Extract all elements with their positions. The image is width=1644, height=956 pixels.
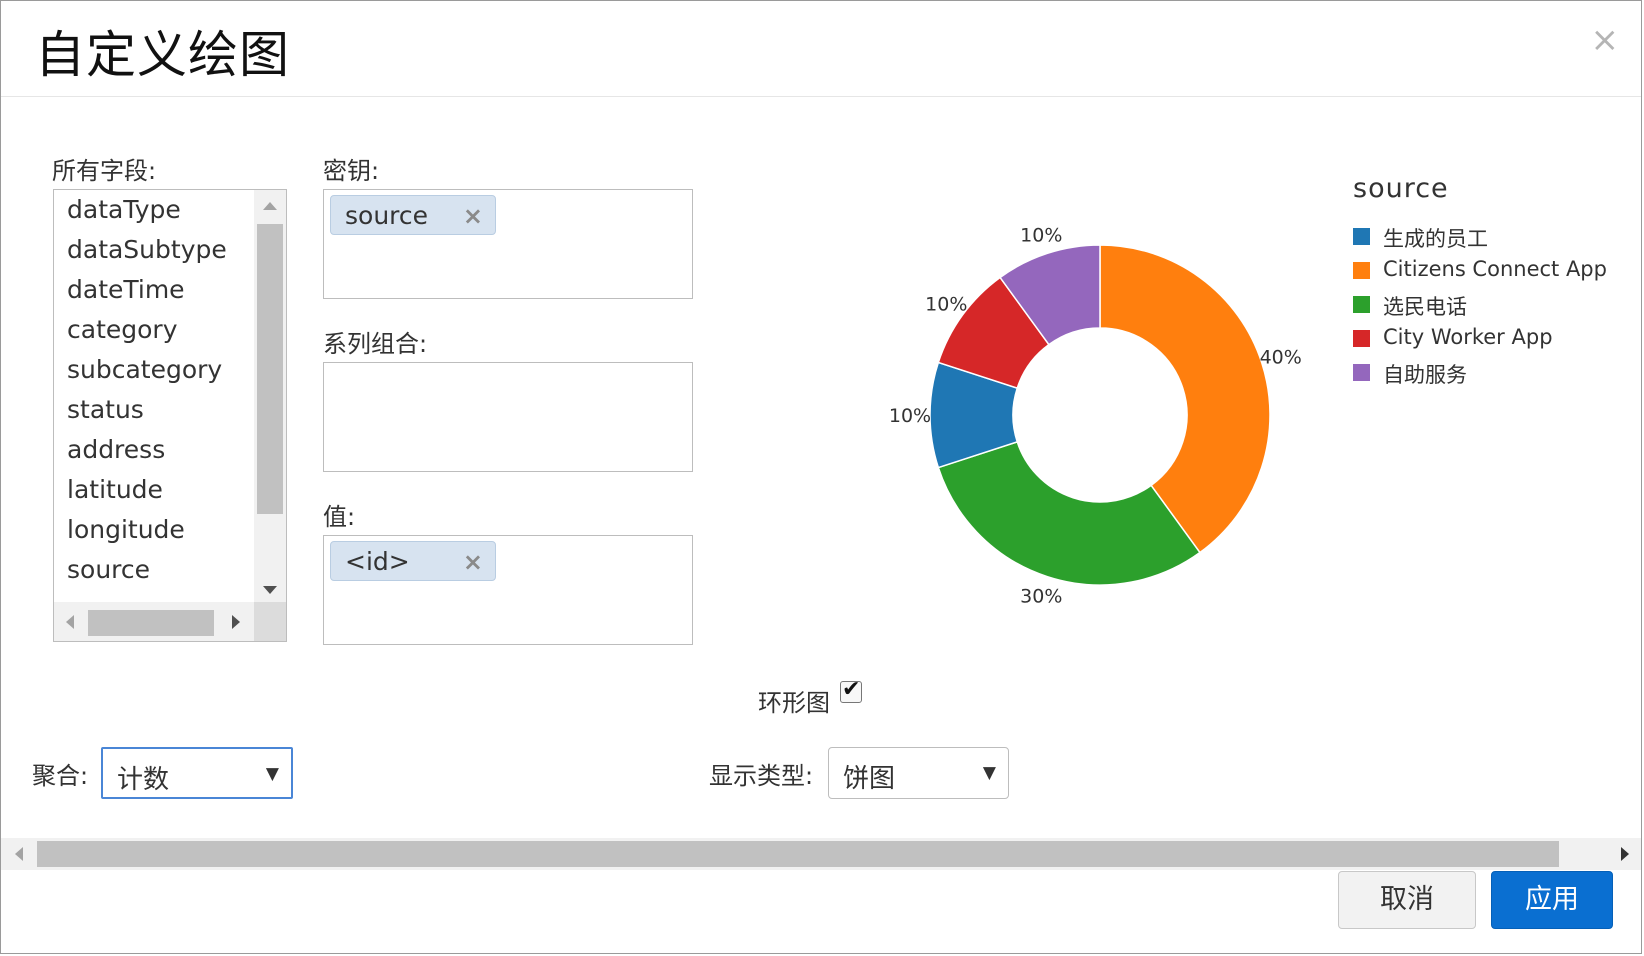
donut-option-label: 环形图 <box>758 689 830 717</box>
donut-slice[interactable] <box>937 440 1201 586</box>
display-type-label: 显示类型: <box>709 762 814 790</box>
donut-checkbox[interactable]: ✔ <box>840 677 862 703</box>
legend-label: 自助服务 <box>1383 363 1467 387</box>
legend-title: source <box>1353 173 1449 204</box>
chevron-down-icon: ▼ <box>265 764 279 784</box>
slice-percent-label: 30% <box>1020 586 1062 608</box>
legend-swatch <box>1353 296 1370 313</box>
legend-swatch <box>1353 262 1370 279</box>
display-type-select[interactable]: 饼图 ▼ <box>828 747 1009 799</box>
legend-label: City Worker App <box>1383 325 1553 349</box>
legend-swatch <box>1353 228 1370 245</box>
legend-label: 选民电话 <box>1383 295 1467 319</box>
legend-swatch <box>1353 330 1370 347</box>
aggregation-selected-value: 计数 <box>117 765 170 795</box>
cancel-button[interactable]: 取消 <box>1338 871 1476 929</box>
slice-percent-label: 10% <box>1020 224 1062 246</box>
aggregation-select[interactable]: 计数 ▼ <box>101 747 293 799</box>
aggregation-label: 聚合: <box>32 762 89 790</box>
chevron-down-icon: ▼ <box>982 763 996 783</box>
donut-chart: 40% 30% 10% 10% 10% <box>889 224 1302 608</box>
legend-label: 生成的员工 <box>1383 227 1488 251</box>
custom-plot-dialog: 自定义绘图 × 所有字段: dataType dataSubtype dateT… <box>0 0 1642 954</box>
checkmark-icon: ✔ <box>842 677 861 702</box>
dialog-horizontal-scrollbar[interactable] <box>1 838 1641 870</box>
legend-swatch <box>1353 364 1370 381</box>
slice-percent-label: 10% <box>925 293 967 315</box>
display-type-selected-value: 饼图 <box>843 764 896 794</box>
dialog-horizontal-scroll-thumb[interactable] <box>37 841 1559 867</box>
legend-label: Citizens Connect App <box>1383 257 1607 281</box>
slice-percent-label: 40% <box>1260 346 1302 368</box>
scroll-right-arrow-icon[interactable] <box>1621 847 1629 861</box>
scroll-left-arrow-icon[interactable] <box>15 847 23 861</box>
slice-percent-label: 10% <box>889 405 931 427</box>
apply-button[interactable]: 应用 <box>1491 871 1613 929</box>
